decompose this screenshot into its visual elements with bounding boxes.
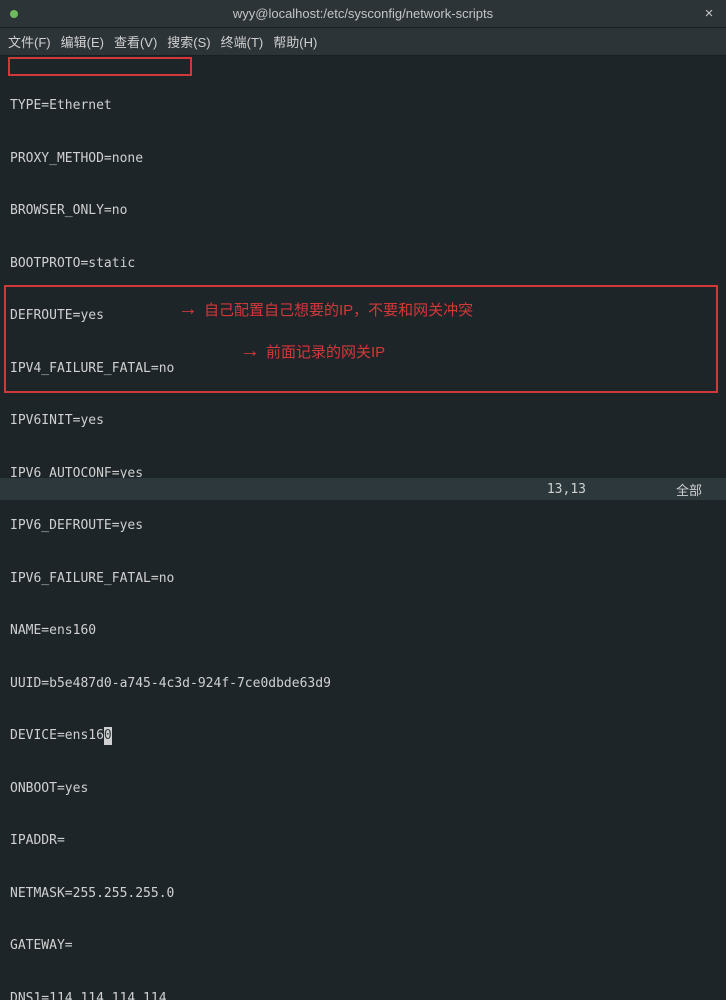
config-line: ONBOOT=yes bbox=[10, 780, 716, 798]
menu-terminal[interactable]: 终端(T) bbox=[221, 32, 264, 51]
scroll-position: 全部 bbox=[676, 480, 702, 499]
window-titlebar: wyy@localhost:/etc/sysconfig/network-scr… bbox=[0, 0, 726, 28]
menubar: 文件(F) 编辑(E) 查看(V) 搜索(S) 终端(T) 帮助(H) bbox=[0, 28, 726, 56]
config-line: PROXY_METHOD=none bbox=[10, 150, 716, 168]
config-line: DEFROUTE=yes bbox=[10, 307, 716, 325]
menu-search[interactable]: 搜索(S) bbox=[167, 32, 210, 51]
config-line: IPADDR= bbox=[10, 832, 716, 850]
terminal-area[interactable]: TYPE=Ethernet PROXY_METHOD=none BROWSER_… bbox=[0, 56, 726, 478]
config-line: DNS1=114.114.114.114 bbox=[10, 990, 716, 1000]
config-line: DEVICE=ens160 bbox=[10, 727, 716, 745]
config-line: UUID=b5e487d0-a745-4c3d-924f-7ce0dbde63d… bbox=[10, 675, 716, 693]
config-line: GATEWAY= bbox=[10, 937, 716, 955]
vim-statusbar: 13,13 全部 bbox=[0, 478, 726, 500]
config-line: NETMASK=255.255.255.0 bbox=[10, 885, 716, 903]
config-line: IPV4_FAILURE_FATAL=no bbox=[10, 360, 716, 378]
menu-help[interactable]: 帮助(H) bbox=[273, 32, 317, 51]
config-line: TYPE=Ethernet bbox=[10, 97, 716, 115]
window-title: wyy@localhost:/etc/sysconfig/network-scr… bbox=[233, 6, 493, 21]
config-line: BOOTPROTO=static bbox=[10, 255, 716, 273]
config-line: IPV6_DEFROUTE=yes bbox=[10, 517, 716, 535]
menu-file[interactable]: 文件(F) bbox=[8, 32, 51, 51]
config-line: IPV6INIT=yes bbox=[10, 412, 716, 430]
config-line: NAME=ens160 bbox=[10, 622, 716, 640]
cursor-position: 13,13 bbox=[547, 482, 586, 497]
menu-edit[interactable]: 编辑(E) bbox=[61, 32, 104, 51]
config-line: BROWSER_ONLY=no bbox=[10, 202, 716, 220]
close-button[interactable]: × bbox=[700, 4, 718, 22]
config-line: IPV6_FAILURE_FATAL=no bbox=[10, 570, 716, 588]
close-icon: × bbox=[705, 5, 714, 22]
cursor: 0 bbox=[104, 727, 112, 745]
menu-view[interactable]: 查看(V) bbox=[114, 32, 157, 51]
status-dot-icon bbox=[10, 10, 18, 18]
